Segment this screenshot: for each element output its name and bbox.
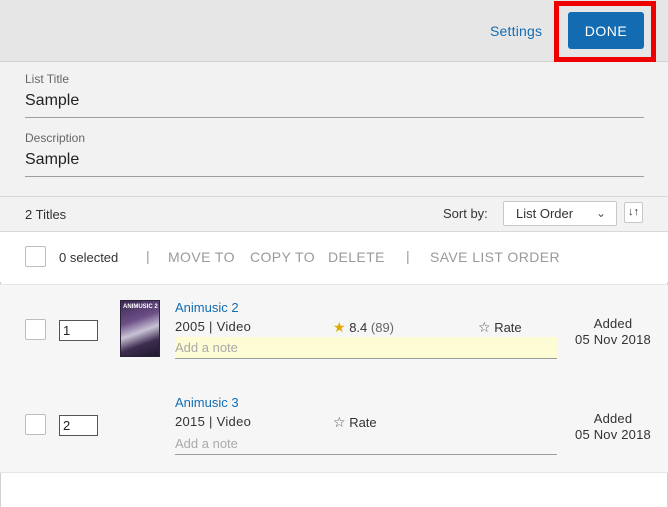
titles-count: 2 Titles [25,207,67,222]
list-details: List Title Sample Description Sample [0,62,668,196]
added-label: Added [593,316,633,331]
move-to-button[interactable]: MOVE TO [168,249,235,265]
rate-button[interactable]: ☆ Rate [478,319,522,336]
description-field[interactable]: Sample [25,151,79,169]
select-all-checkbox[interactable] [25,246,46,267]
sort-direction-icon[interactable]: ↓↑ [624,202,643,223]
sort-bar: 2 Titles Sort by: List Order ⌄ ↓↑ [0,196,668,232]
star-outline-icon: ☆ [478,319,491,335]
item-checkbox[interactable] [25,319,46,340]
added-date: 05 Nov 2018 [575,427,651,442]
sort-select-value: List Order [516,206,574,221]
done-button[interactable]: DONE [568,12,644,49]
rate-button[interactable]: ☆ Rate [333,414,377,431]
separator: | [146,248,150,264]
selected-count: 0 selected [59,250,119,265]
list-title-underline [25,117,644,118]
note-input[interactable]: Add a note [175,337,557,359]
rate-label: Rate [349,415,377,430]
sort-label: Sort by: [443,206,488,221]
added-label: Added [593,411,633,426]
settings-link[interactable]: Settings [490,23,542,39]
added-info: Added 05 Nov 2018 [568,411,658,443]
sort-select[interactable]: List Order ⌄ [503,201,617,226]
added-info: Added 05 Nov 2018 [568,316,658,348]
item-title-link[interactable]: Animusic 2 [175,300,239,315]
delete-button[interactable]: DELETE [328,249,385,265]
description-label: Description [25,131,86,145]
list-item: 2 Animusic 3 2015 | Video ☆ Rate Add a n… [0,378,668,473]
list-item: 1 ANIMUSIC 2 Animusic 2 2005 | Video ★ 8… [0,284,668,379]
copy-to-button[interactable]: COPY TO [250,249,315,265]
added-date: 05 Nov 2018 [575,332,651,347]
bulk-action-bar: 0 selected | MOVE TO COPY TO DELETE | SA… [0,232,668,282]
save-list-order-button[interactable]: SAVE LIST ORDER [430,249,560,265]
imdb-rating: ★ 8.4 (89) [333,319,394,336]
separator: | [406,248,410,264]
poster-image[interactable]: ANIMUSIC 2 [120,300,160,357]
rate-label: Rate [494,320,522,335]
description-underline [25,176,644,177]
rating-votes: (89) [370,320,395,335]
rating-value: 8.4 [349,320,368,335]
star-outline-icon: ☆ [333,414,346,430]
order-input[interactable]: 2 [59,415,98,436]
item-meta: 2005 | Video [175,319,252,334]
list-title-label: List Title [25,72,70,86]
note-input[interactable]: Add a note [175,433,557,455]
order-input[interactable]: 1 [59,320,98,341]
header-bar: Settings DONE [0,0,668,62]
item-checkbox[interactable] [25,414,46,435]
star-filled-icon: ★ [333,319,346,335]
poster-title-text: ANIMUSIC 2 [123,304,158,310]
item-meta: 2015 | Video [175,414,252,429]
list-title-field[interactable]: Sample [25,92,79,110]
item-title-link[interactable]: Animusic 3 [175,395,239,410]
chevron-down-icon: ⌄ [595,206,606,220]
